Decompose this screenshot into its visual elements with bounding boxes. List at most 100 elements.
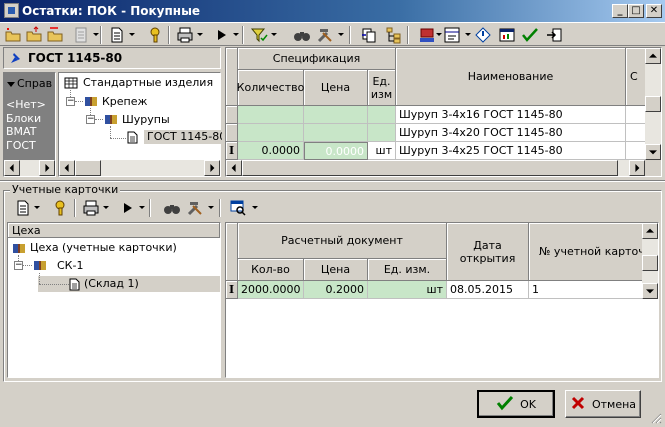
cell-name[interactable]: Шуруп 3-4х25 ГОСТ 1145-80: [396, 142, 626, 160]
document-disabled-icon[interactable]: [72, 26, 90, 44]
ok-button[interactable]: OK: [477, 390, 555, 418]
group-users-icon[interactable]: [418, 26, 436, 44]
calc-doc-group-header: Расчетный документ: [238, 223, 447, 259]
cell-price[interactable]: 0.2000: [304, 281, 368, 299]
scroll-thumb[interactable]: [75, 160, 101, 176]
diamond-icon[interactable]: [474, 26, 492, 44]
collapse-toggle[interactable]: −: [86, 115, 95, 124]
scroll-down-button[interactable]: [645, 144, 661, 160]
binoculars-icon[interactable]: [163, 199, 181, 217]
cell-qty[interactable]: 2000.0000: [238, 281, 304, 299]
print-icon[interactable]: [176, 26, 194, 44]
tree-node-screws[interactable]: Шурупы: [122, 113, 170, 127]
collapse-toggle[interactable]: −: [66, 97, 75, 106]
cell-name[interactable]: Шуруп 3-4х20 ГОСТ 1145-80: [396, 124, 626, 142]
cell-extra[interactable]: [626, 124, 646, 142]
cell-price-editing[interactable]: 0.0000: [304, 142, 368, 160]
col-extra-header[interactable]: С: [626, 48, 646, 106]
col-card-header[interactable]: № учетной карточки: [529, 223, 658, 281]
binoculars-icon[interactable]: [293, 26, 311, 44]
document-icon[interactable]: [108, 26, 126, 44]
classifier-item[interactable]: <Нет>: [6, 98, 46, 112]
workshops-tree-header[interactable]: Цеха: [8, 223, 220, 238]
cell-price[interactable]: [304, 106, 368, 124]
scroll-left-button[interactable]: [4, 160, 20, 176]
tree-node-standard[interactable]: Стандартные изделия: [83, 76, 213, 90]
tree-node-warehouse[interactable]: (Склад 1): [84, 277, 139, 291]
cell-unit[interactable]: [368, 124, 396, 142]
spec-vscroll[interactable]: [645, 48, 661, 160]
filter-icon[interactable]: [250, 26, 268, 44]
tree-structure-icon[interactable]: [385, 26, 403, 44]
cell-extra[interactable]: [626, 106, 646, 124]
cell-extra[interactable]: [626, 142, 646, 160]
col-qty-header[interactable]: Кол-во: [238, 259, 304, 281]
sidebar-hscroll[interactable]: [4, 160, 55, 176]
scroll-up-button[interactable]: [642, 223, 658, 239]
tree-node-sk1[interactable]: СК-1: [57, 259, 83, 273]
cell-qty[interactable]: [238, 106, 304, 124]
scroll-thumb[interactable]: [645, 96, 661, 112]
scroll-thumb[interactable]: [642, 255, 658, 271]
col-qty-header[interactable]: Количество: [237, 70, 304, 106]
cell-unit[interactable]: шт: [368, 142, 396, 160]
print-icon[interactable]: [82, 199, 100, 217]
new-subfolder-icon[interactable]: [25, 26, 43, 44]
cell-price[interactable]: [304, 124, 368, 142]
cell-card-number[interactable]: 1: [529, 281, 643, 299]
col-price-header[interactable]: Цена: [304, 70, 368, 106]
document-icon[interactable]: [14, 199, 32, 217]
tree-node-gost[interactable]: ГОСТ 1145-80: [144, 130, 230, 144]
scroll-left-button[interactable]: [226, 160, 242, 176]
horizontal-splitter[interactable]: [0, 180, 665, 182]
tree-node-workshops[interactable]: Цеха (учетные карточки): [30, 241, 177, 255]
checkmark-icon[interactable]: [521, 26, 539, 44]
run-icon[interactable]: [119, 199, 137, 217]
catalog-tree: Стандартные изделия − Крепеж − Шурупы ГО…: [58, 72, 230, 177]
scroll-right-button[interactable]: [39, 160, 55, 176]
scroll-up-button[interactable]: [645, 48, 661, 64]
resize-grip[interactable]: [650, 412, 662, 424]
scroll-left-button[interactable]: [59, 160, 75, 176]
scroll-right-button[interactable]: [204, 160, 220, 176]
maximize-button[interactable]: □: [628, 4, 644, 18]
window-chart-icon[interactable]: [498, 26, 516, 44]
classifier-item[interactable]: Блоки: [6, 112, 46, 126]
close-button[interactable]: ✕: [646, 4, 662, 18]
classifier-dropdown[interactable]: Справ: [6, 77, 54, 91]
scroll-down-button[interactable]: [642, 283, 658, 299]
cell-unit[interactable]: [368, 106, 396, 124]
col-unit-header[interactable]: Ед. изм.: [368, 259, 447, 281]
col-unit-header[interactable]: Ед. изм: [368, 70, 396, 106]
col-date-header[interactable]: Дата открытия: [447, 223, 529, 281]
tools-icon[interactable]: [316, 26, 334, 44]
import-icon[interactable]: [545, 26, 563, 44]
cards-vscroll[interactable]: [642, 223, 658, 299]
classifier-item[interactable]: BMAT: [6, 125, 46, 139]
scroll-right-button[interactable]: [629, 160, 645, 176]
form-icon[interactable]: [443, 26, 461, 44]
view-report-icon[interactable]: [229, 199, 247, 217]
cell-qty[interactable]: [238, 124, 304, 142]
cancel-button[interactable]: Отмена: [565, 390, 641, 418]
minimize-button[interactable]: _: [612, 4, 628, 18]
new-folder-icon[interactable]: [4, 26, 22, 44]
copy-icon[interactable]: [360, 26, 378, 44]
cell-date[interactable]: 08.05.2015: [447, 281, 529, 299]
key-icon[interactable]: [146, 26, 164, 44]
tree-node-fasteners[interactable]: Крепеж: [102, 95, 147, 109]
col-price-header[interactable]: Цена: [304, 259, 368, 281]
cell-unit[interactable]: шт: [368, 281, 447, 299]
collapse-toggle[interactable]: −: [14, 261, 23, 270]
spec-hscroll[interactable]: [226, 160, 645, 176]
classifier-item[interactable]: ГОСТ: [6, 139, 46, 153]
key-icon[interactable]: [51, 199, 69, 217]
open-folder-icon[interactable]: [46, 26, 64, 44]
tree-hscroll[interactable]: [59, 160, 220, 176]
col-name-header[interactable]: Наименование: [396, 48, 626, 106]
cell-qty[interactable]: 0.0000: [238, 142, 304, 160]
tools-icon[interactable]: [186, 199, 204, 217]
run-icon[interactable]: [213, 26, 231, 44]
scroll-thumb[interactable]: [242, 160, 618, 176]
cell-name[interactable]: Шуруп 3-4х16 ГОСТ 1145-80: [396, 106, 626, 124]
